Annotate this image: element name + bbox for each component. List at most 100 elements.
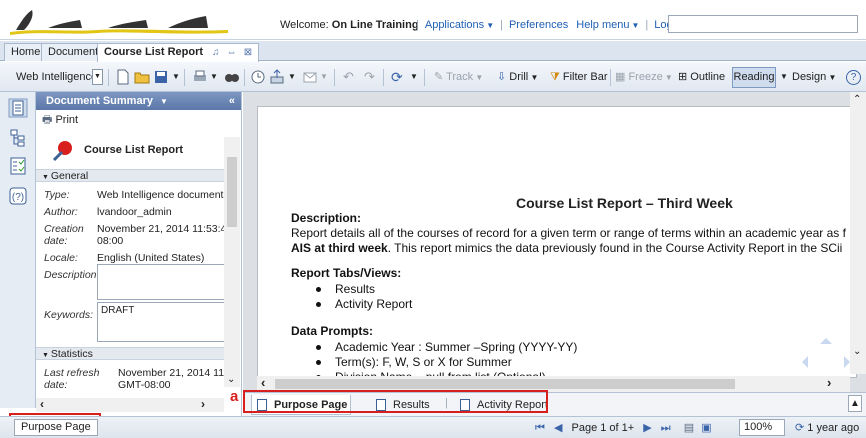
page-mode-icon[interactable]: ▣ — [701, 422, 711, 434]
type-value: Web Intelligence document — [97, 189, 224, 201]
scroll-left-icon[interactable]: ‹ — [261, 375, 265, 390]
freeze-button[interactable]: ▦ Freeze ▼ — [615, 68, 673, 86]
description-line-1: Report details all of the courses of rec… — [291, 226, 846, 240]
tab-course-list-report[interactable]: Course List Report ♫ ⇔ ⊠ — [97, 43, 260, 62]
description-rest-text: . This report mimics the data previously… — [387, 241, 843, 255]
open-folder-icon[interactable] — [134, 69, 150, 85]
scroll-right-icon[interactable]: › — [827, 375, 831, 390]
scroll-left-icon[interactable]: ‹ — [40, 397, 44, 411]
applications-menu[interactable]: Applications — [425, 19, 484, 31]
page-navigation-arrows-icon[interactable] — [796, 332, 856, 378]
first-page-icon[interactable]: ⏮ — [535, 422, 545, 434]
next-page-icon[interactable]: ▶ — [643, 422, 651, 434]
panel-vertical-scrollbar[interactable] — [224, 137, 240, 387]
brand-logo — [10, 10, 228, 35]
last-page-icon[interactable]: ⏭ — [661, 422, 671, 434]
redo-icon[interactable]: ↷ — [364, 68, 375, 86]
bullet — [316, 302, 321, 307]
filter-bar-label: Filter Bar — [562, 71, 608, 83]
scrollbar-thumb[interactable] — [275, 379, 735, 389]
outline-button[interactable]: ⊞ Outline — [678, 68, 725, 86]
toolbar-divider — [184, 69, 185, 86]
preferences-link[interactable]: Preferences — [509, 19, 568, 31]
reading-mode-button[interactable]: Reading — [732, 67, 776, 88]
undo-icon[interactable]: ↶ — [343, 68, 354, 86]
tabs-scroll-up-icon[interactable]: ▲ — [848, 395, 862, 412]
bullet — [316, 287, 321, 292]
report-tab-item: Results — [335, 282, 376, 296]
scroll-up-icon[interactable]: ⌃ — [853, 94, 861, 105]
keywords-label: Keywords: — [44, 309, 94, 321]
tab-documents-label: Documents — [48, 46, 104, 58]
statistics-section-header[interactable]: ▼ Statistics — [36, 347, 232, 360]
zoom-value: 100% — [744, 421, 773, 433]
track-button[interactable]: ✎ Track ▼ — [434, 68, 483, 86]
scroll-down-icon[interactable]: ⌄ — [227, 374, 235, 385]
reading-dropdown-icon[interactable]: ▼ — [780, 68, 788, 86]
header-divider: | — [500, 19, 503, 31]
design-mode-button[interactable]: Design ▼ — [792, 68, 836, 86]
print-icon[interactable] — [192, 69, 208, 85]
general-section-header[interactable]: ▼ General — [36, 169, 232, 182]
collapse-panel-icon[interactable]: « — [229, 92, 235, 110]
save-dropdown-icon[interactable]: ▼ — [172, 68, 180, 86]
email-dropdown-icon[interactable]: ▼ — [320, 68, 328, 86]
tab-course-list-report-label: Course List Report — [104, 46, 204, 58]
tab-bar: Home Documents Course List Report ♫ ⇔ ⊠ — [0, 41, 866, 62]
close-icon[interactable]: ⊠ — [244, 47, 252, 58]
maximize-icon[interactable]: ⇔ — [227, 47, 237, 58]
print-button[interactable]: 🖶 Print — [36, 110, 241, 130]
document-summary-icon[interactable] — [8, 98, 28, 118]
export-dropdown-icon[interactable]: ▼ — [288, 68, 296, 86]
refresh-clock-icon: ⟳ — [795, 422, 808, 434]
email-icon[interactable] — [302, 69, 318, 85]
scrollbar-thumb[interactable] — [227, 157, 237, 227]
prompt-item: Academic Year : Summer –Spring (YYYY-YY) — [335, 340, 578, 354]
print-dropdown-icon[interactable]: ▼ — [210, 68, 218, 86]
help-menu[interactable]: Help menu — [576, 19, 629, 31]
save-icon[interactable] — [153, 69, 169, 85]
toolbar-divider — [334, 69, 335, 86]
panel-horizontal-scrollbar[interactable]: ‹ › — [36, 397, 224, 412]
refresh-icon[interactable]: ⟳ — [391, 68, 403, 86]
chevron-down-icon[interactable]: ▼ — [160, 97, 168, 106]
keywords-field[interactable]: DRAFT — [97, 302, 225, 342]
new-document-icon[interactable] — [115, 69, 131, 85]
last-refresh-status: ⟳ 1 year ago — [795, 420, 859, 436]
help-icon[interactable]: (?) — [8, 186, 28, 206]
refresh-dropdown-icon[interactable]: ▼ — [410, 68, 418, 86]
scroll-down-icon[interactable]: ⌄ — [853, 346, 861, 357]
report-canvas: Course List Report – Third Week Descript… — [243, 92, 866, 392]
help-icon[interactable]: ? — [846, 70, 861, 85]
navigation-map-icon[interactable] — [8, 128, 28, 148]
drill-label: Drill — [509, 71, 529, 83]
general-section-label: General — [50, 170, 89, 182]
find-icon[interactable] — [224, 69, 240, 85]
page-selector-button[interactable]: Purpose Page ▼ — [14, 419, 98, 436]
history-icon[interactable] — [250, 69, 266, 85]
app-dropdown[interactable]: ▼ — [92, 69, 103, 85]
type-label: Type: — [44, 189, 70, 201]
design-label: Design — [792, 71, 827, 83]
report-page: Course List Report – Third Week Descript… — [257, 106, 857, 378]
welcome-prefix: Welcome: — [280, 19, 329, 31]
bullet — [316, 345, 321, 350]
drill-button[interactable]: ⇩ Drill ▼ — [497, 68, 538, 86]
input-controls-icon[interactable] — [8, 156, 28, 176]
filter-icon: ⧩ — [550, 71, 563, 83]
export-icon[interactable] — [269, 69, 285, 85]
track-icon: ✎ — [434, 71, 447, 83]
search-input[interactable] — [668, 15, 858, 33]
report-vertical-scrollbar[interactable]: ⌃ ⌄ — [850, 92, 866, 374]
filter-bar-button[interactable]: ⧩ Filter Bar — [550, 68, 608, 86]
quick-display-icon[interactable]: ▤ — [684, 422, 694, 434]
chevron-down-icon: ▼ — [42, 174, 51, 181]
pin-icon[interactable]: ♫ — [212, 47, 220, 58]
zoom-select[interactable]: 100% ▼ — [739, 419, 785, 436]
creation-date-value-2: 08:00 — [97, 235, 124, 247]
author-label: Author: — [44, 206, 78, 218]
panel-header[interactable]: Document Summary ▼ « — [36, 92, 241, 110]
scroll-right-icon[interactable]: › — [201, 397, 205, 411]
previous-page-icon[interactable]: ◀ — [554, 422, 562, 434]
description-field[interactable] — [97, 264, 225, 300]
